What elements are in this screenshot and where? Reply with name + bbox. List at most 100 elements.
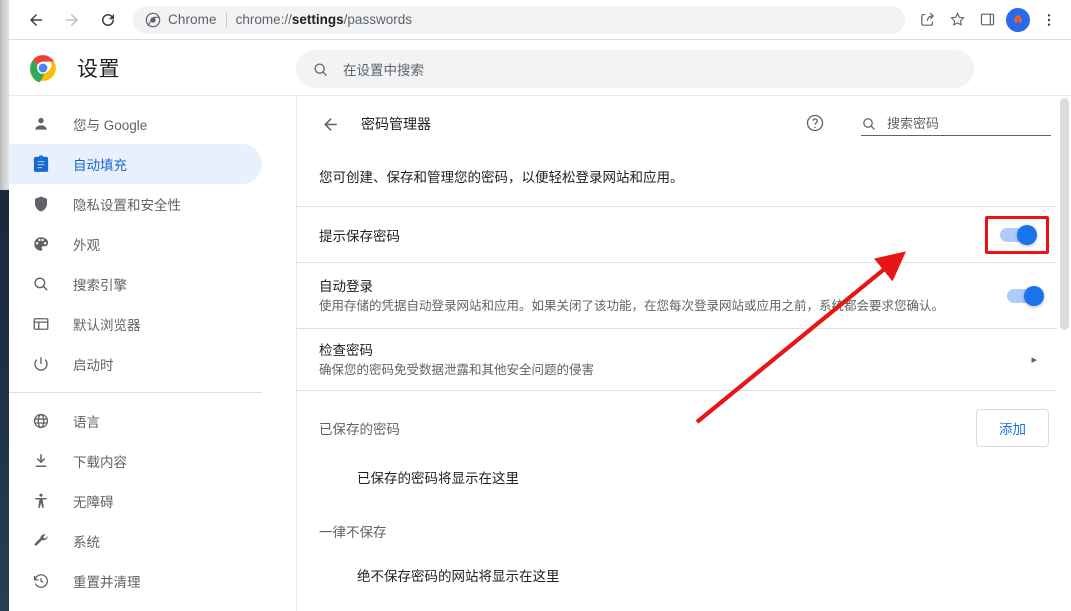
sidebar-item-reset-cleanup[interactable]: 重置并清理 (9, 561, 262, 601)
content-area: 您与 Google 自动填充 隐私设置和安全性 外观 搜索引擎 默认浏览器 启动… (9, 96, 1071, 611)
saved-passwords-empty-note: 已保存的密码将显示在这里 (357, 471, 519, 486)
search-icon (314, 62, 327, 76)
bookmark-star-icon[interactable] (943, 6, 971, 34)
sidebar-item-autofill[interactable]: 自动填充 (9, 144, 262, 184)
toolbar-actions (913, 6, 1071, 34)
saved-passwords-header: 已保存的密码 添加 (297, 391, 1071, 447)
shield-icon (31, 194, 51, 214)
search-icon (863, 117, 875, 130)
sidebar-divider (9, 392, 262, 393)
password-search-input[interactable]: 搜索密码 (861, 113, 1051, 136)
side-panel-icon[interactable] (973, 6, 1001, 34)
search-icon (31, 274, 51, 294)
sidebar-item-label: 无障碍 (73, 495, 114, 510)
sidebar-item-label: 启动时 (73, 358, 114, 373)
download-icon (31, 451, 51, 471)
sidebar-item-label: 外观 (73, 238, 100, 253)
browser-window-icon (31, 314, 51, 334)
add-password-button[interactable]: 添加 (976, 409, 1049, 447)
share-icon[interactable] (913, 6, 941, 34)
person-icon (31, 114, 51, 134)
desktop-left-strip (0, 0, 9, 190)
sidebar-item-label: 隐私设置和安全性 (73, 198, 181, 213)
forward-icon[interactable] (57, 5, 87, 35)
toggle-knob (1017, 224, 1037, 245)
autofill-icon (31, 154, 51, 174)
sidebar-item-languages[interactable]: 语言 (9, 401, 262, 441)
address-bar[interactable]: Chrome chrome://settings/passwords (133, 5, 905, 34)
sidebar-item-label: 您与 Google (73, 118, 148, 133)
settings-header: 设置 在设置中搜索 (9, 41, 1071, 96)
palette-icon (31, 234, 51, 254)
chrome-menu-icon[interactable] (1035, 6, 1063, 34)
check-passwords-row[interactable]: 检查密码 确保您的密码免受数据泄露和其他安全问题的侵害 ▸ (297, 329, 1071, 391)
wrench-icon (31, 531, 51, 551)
sidebar-item-label: 系统 (73, 535, 100, 550)
settings-search-placeholder: 在设置中搜索 (343, 63, 424, 78)
toggle-knob (1024, 285, 1044, 306)
auto-signin-row[interactable]: 自动登录 使用存储的凭据自动登录网站和应用。如果关闭了该功能，在您每次登录网站或… (297, 263, 1071, 329)
url-prefix: chrome:// (235, 12, 292, 27)
highlight-box (985, 215, 1049, 254)
sidebar-item-default-browser[interactable]: 默认浏览器 (9, 304, 262, 344)
sidebar-item-label: 重置并清理 (73, 575, 141, 590)
page-title: 设置 (77, 58, 120, 81)
panel-title: 密码管理器 (361, 116, 431, 132)
browser-toolbar: Chrome chrome://settings/passwords (9, 0, 1071, 40)
globe-icon (31, 411, 51, 431)
sidebar-item-label: 下载内容 (73, 455, 127, 470)
url-bold: settings (291, 12, 344, 27)
avatar-butterfly-icon (1014, 14, 1022, 23)
scrollbar-thumb[interactable] (1060, 98, 1069, 330)
check-passwords-texts: 检查密码 确保您的密码免受数据泄露和其他安全问题的侵害 (319, 339, 1031, 380)
sidebar-item-privacy-security[interactable]: 隐私设置和安全性 (9, 184, 262, 224)
back-icon[interactable] (21, 5, 51, 35)
sidebar-item-on-startup[interactable]: 启动时 (9, 344, 262, 384)
panel-description: 您可创建、保存和管理您的密码，以便轻松登录网站和应用。 (297, 152, 1071, 207)
sidebar-item-label: 搜索引擎 (73, 278, 127, 293)
check-passwords-sub: 确保您的密码免受数据泄露和其他安全问题的侵害 (319, 363, 595, 378)
omnibox-divider (225, 11, 227, 28)
sidebar-item-search-engine[interactable]: 搜索引擎 (9, 264, 262, 304)
power-icon (31, 354, 51, 374)
chrome-origin-badge: Chrome (145, 12, 217, 28)
check-passwords-label: 检查密码 (319, 343, 373, 359)
password-manager-panel: 密码管理器 搜索密码 您可创建、保存和管理您的密码，以便轻松登录网站和应用。 提… (296, 96, 1071, 611)
auto-signin-label: 自动登录 (319, 279, 373, 295)
sidebar-item-accessibility[interactable]: 无障碍 (9, 481, 262, 521)
never-saved-empty-note: 绝不保存密码的网站将显示在这里 (357, 569, 560, 584)
reload-icon[interactable] (93, 5, 123, 35)
chrome-logo-icon (29, 54, 57, 83)
auto-signin-sub: 使用存储的凭据自动登录网站和应用。如果关闭了该功能，在您每次登录网站或应用之前，… (319, 299, 945, 314)
sidebar-item-label: 语言 (73, 415, 100, 430)
sidebar-item-downloads[interactable]: 下载内容 (9, 441, 262, 481)
auto-signin-toggle[interactable] (1007, 285, 1044, 306)
back-arrow-icon[interactable] (319, 113, 341, 135)
auto-signin-texts: 自动登录 使用存储的凭据自动登录网站和应用。如果关闭了该功能，在您每次登录网站或… (319, 275, 1007, 316)
vertical-scrollbar[interactable] (1057, 96, 1071, 611)
sidebar-item-system[interactable]: 系统 (9, 521, 262, 561)
screen: Chrome chrome://settings/passwords 设置 在设… (0, 0, 1071, 611)
history-restore-icon (31, 571, 51, 591)
offer-save-texts: 提示保存密码 (319, 225, 985, 245)
origin-label: Chrome (168, 12, 217, 27)
url-text: chrome://settings/passwords (236, 12, 412, 27)
sidebar-item-you-and-google[interactable]: 您与 Google (9, 104, 262, 144)
never-saved-title: 一律不保存 (319, 525, 387, 540)
offer-to-save-passwords-row[interactable]: 提示保存密码 (297, 207, 1071, 263)
avatar[interactable] (1006, 7, 1030, 32)
chevron-right-icon[interactable]: ▸ (1031, 353, 1037, 366)
accessibility-icon (31, 491, 51, 511)
settings-search-input[interactable]: 在设置中搜索 (296, 50, 974, 88)
offer-save-toggle[interactable] (1000, 224, 1037, 245)
settings-sidebar: 您与 Google 自动填充 隐私设置和安全性 外观 搜索引擎 默认浏览器 启动… (9, 96, 296, 611)
offer-save-label: 提示保存密码 (319, 228, 400, 244)
saved-passwords-title: 已保存的密码 (319, 422, 400, 437)
help-icon[interactable] (805, 113, 827, 135)
panel-header: 密码管理器 搜索密码 (297, 96, 1071, 152)
chrome-mono-icon (145, 12, 161, 27)
sidebar-item-appearance[interactable]: 外观 (9, 224, 262, 264)
url-suffix: /passwords (343, 12, 412, 27)
browser-window: Chrome chrome://settings/passwords 设置 在设… (9, 0, 1071, 611)
sidebar-item-label: 默认浏览器 (73, 318, 141, 333)
